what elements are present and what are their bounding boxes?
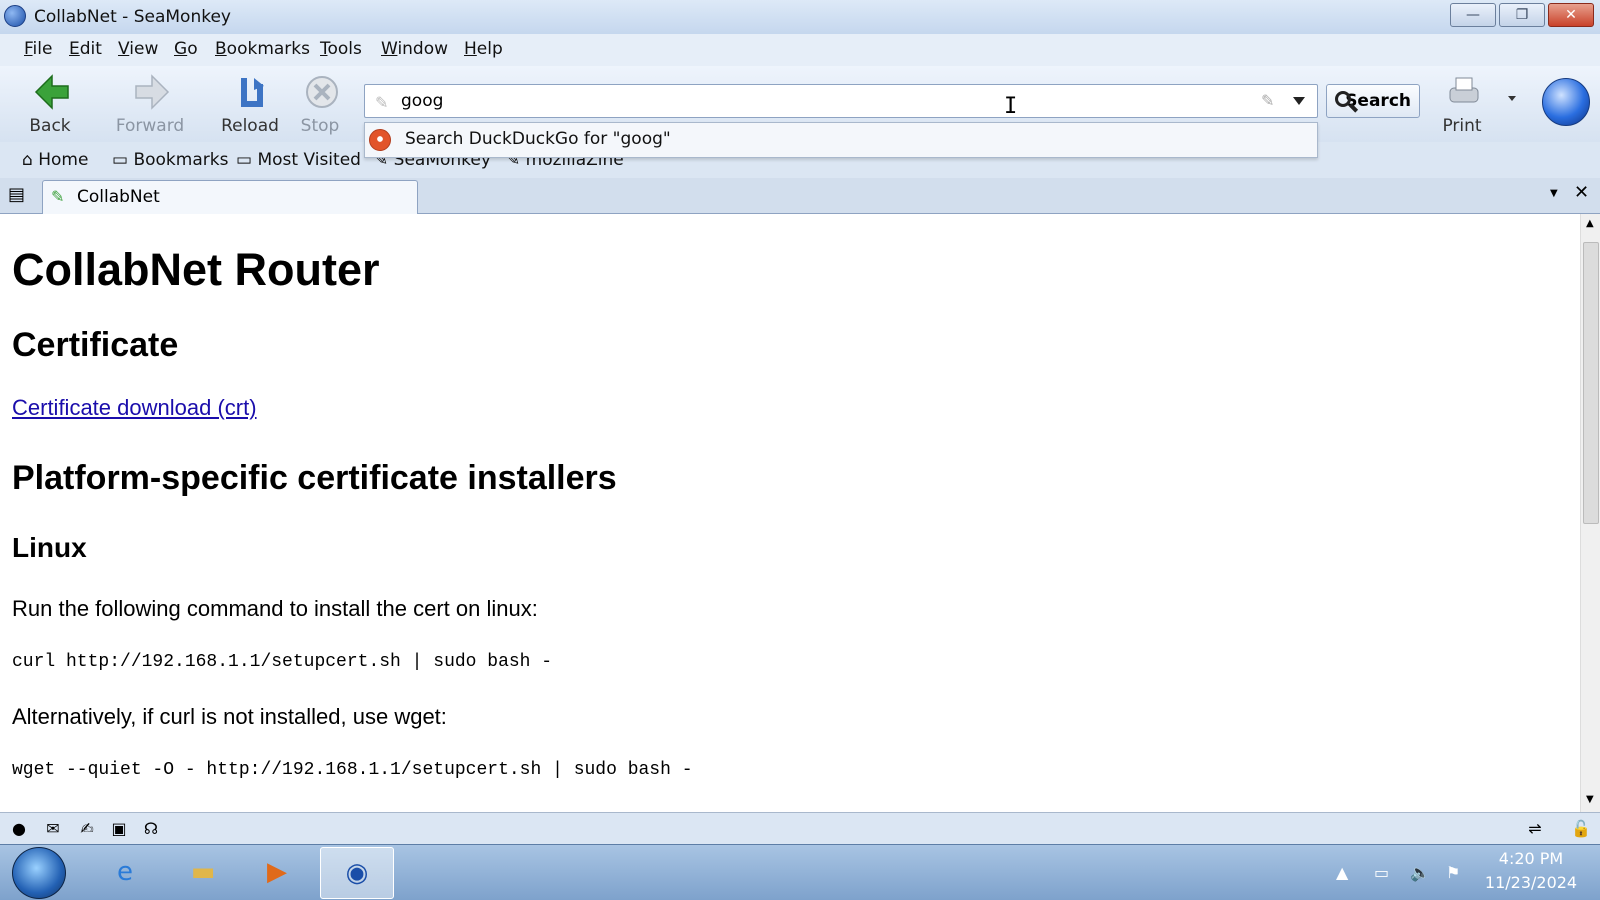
back-button[interactable]: Back — [12, 70, 88, 138]
bookmarks-folder[interactable]: ▭ Bookmarks — [112, 150, 228, 170]
new-tab-icon[interactable]: ▤ — [8, 184, 25, 205]
url-input[interactable] — [401, 89, 1221, 113]
menu-go[interactable]: Go — [174, 39, 198, 59]
composer-icon[interactable]: ✍ — [76, 819, 98, 839]
clock-time[interactable]: 4:20 PM — [1466, 849, 1596, 868]
menu-edit[interactable]: Edit — [69, 39, 102, 59]
title-bar: CollabNet - SeaMonkey — ❐ ✕ — [0, 0, 1600, 34]
tab-list-dropdown-icon[interactable]: ▼ — [1550, 188, 1558, 199]
print-label: Print — [1442, 116, 1482, 136]
bookmark-star-icon[interactable]: ✎ — [1261, 91, 1274, 110]
folder-icon: ▭ — [112, 150, 134, 170]
minimize-button[interactable]: — — [1450, 3, 1496, 27]
volume-muted-icon[interactable]: 🔈 — [1410, 863, 1430, 882]
menu-bar: File Edit View Go Bookmarks Tools Window… — [0, 34, 1600, 66]
network-icon[interactable]: ▭ — [1374, 863, 1389, 882]
home-button[interactable]: ⌂ Home — [22, 150, 88, 170]
text-cursor-icon: I — [1004, 94, 1018, 119]
home-icon: ⌂ — [22, 150, 39, 170]
tab-bar: ▤ ✎ CollabNet ▼ ✕ — [0, 178, 1600, 214]
tab-label: CollabNet — [77, 187, 160, 207]
menu-bookmarks[interactable]: Bookmarks — [215, 39, 310, 59]
action-center-flag-icon[interactable]: ⚑ — [1446, 863, 1460, 882]
back-label: Back — [29, 116, 71, 136]
forward-button[interactable]: Forward — [112, 70, 188, 138]
wget-command: wget --quiet -O - http://192.168.1.1/set… — [12, 760, 693, 780]
scroll-up-icon[interactable]: ▲ — [1586, 218, 1594, 229]
duckduckgo-icon — [369, 129, 391, 151]
menu-file[interactable]: File — [24, 39, 52, 59]
menu-tools[interactable]: Tools — [320, 39, 362, 59]
heading-installers: Platform-specific certificate installers — [12, 459, 617, 497]
url-bar[interactable]: ✎ ✎ — [364, 84, 1318, 118]
status-bar: ● ✉ ✍ ▣ ☊ ⇌ 🔓 — [0, 812, 1600, 844]
mail-icon[interactable]: ✉ — [42, 819, 64, 839]
menu-help[interactable]: Help — [464, 39, 503, 59]
stop-icon — [306, 76, 338, 108]
media-player-icon[interactable]: ▶ — [240, 847, 314, 899]
forward-label: Forward — [115, 116, 185, 136]
print-dropdown-icon[interactable] — [1508, 96, 1516, 101]
seamonkey-app-icon[interactable] — [4, 5, 26, 27]
security-lock-icon[interactable]: 🔓 — [1570, 819, 1592, 839]
restore-button[interactable]: ❐ — [1499, 3, 1545, 27]
magnifier-icon — [1335, 91, 1351, 107]
print-button[interactable]: Print — [1424, 70, 1500, 138]
online-status-icon[interactable]: ⇌ — [1524, 819, 1546, 839]
stop-button[interactable]: Stop — [282, 70, 358, 138]
page-proxy-icon[interactable]: ✎ — [375, 93, 388, 112]
page-title: CollabNet Router — [12, 244, 380, 295]
irc-chat-icon[interactable]: ☊ — [140, 819, 162, 839]
browser-icon[interactable]: ● — [8, 819, 30, 839]
url-history-dropdown-icon[interactable] — [1293, 97, 1305, 105]
clock-date[interactable]: 11/23/2024 — [1466, 873, 1596, 892]
close-button[interactable]: ✕ — [1548, 3, 1594, 27]
menu-view[interactable]: View — [118, 39, 158, 59]
seamonkey-taskbar-icon[interactable]: ◉ — [320, 847, 394, 899]
heading-certificate: Certificate — [12, 326, 179, 364]
curl-command: curl http://192.168.1.1/setupcert.sh | s… — [12, 652, 553, 672]
heading-linux: Linux — [12, 532, 87, 563]
autocomplete-suggestion[interactable]: Search DuckDuckGo for "goog" — [405, 129, 671, 149]
printer-icon — [1449, 77, 1479, 103]
reload-button[interactable]: Reload — [212, 70, 288, 138]
reload-icon — [241, 78, 264, 107]
reload-label: Reload — [221, 116, 279, 136]
certificate-download-link[interactable]: Certificate download (crt) — [12, 395, 257, 421]
back-arrow-icon — [34, 74, 69, 110]
menu-window[interactable]: Window — [381, 39, 448, 59]
seamonkey-throbber-icon[interactable] — [1542, 78, 1590, 126]
scroll-down-icon[interactable]: ▼ — [1586, 794, 1594, 805]
start-button[interactable] — [12, 847, 66, 899]
forward-arrow-icon — [135, 74, 170, 110]
linux-instruction: Run the following command to install the… — [12, 596, 538, 621]
tab-favicon-icon: ✎ — [51, 187, 65, 206]
url-autocomplete-popup: Search DuckDuckGo for "goog" — [364, 122, 1318, 158]
close-tab-icon[interactable]: ✕ — [1574, 182, 1589, 203]
tray-expand-icon[interactable]: ▲ — [1336, 863, 1348, 882]
file-explorer-icon[interactable]: ▬ — [166, 847, 240, 899]
search-button[interactable]: Search — [1326, 84, 1420, 118]
vertical-scrollbar[interactable]: ▲ ▼ — [1580, 214, 1600, 812]
page-content: CollabNet Router Certificate Certificate… — [0, 214, 1580, 812]
stop-label: Stop — [300, 116, 340, 136]
wget-instruction: Alternatively, if curl is not installed,… — [12, 704, 447, 729]
tab-collabnet[interactable]: ✎ CollabNet — [42, 180, 418, 214]
os-taskbar: e ▬ ▶ ◉ ▲ ▭ 🔈 ⚑ 4:20 PM 11/23/2024 — [0, 844, 1600, 900]
folder-icon: ▭ — [236, 150, 258, 170]
addressbook-icon[interactable]: ▣ — [108, 819, 130, 839]
scroll-thumb[interactable] — [1583, 242, 1599, 524]
internet-explorer-icon[interactable]: e — [88, 847, 162, 899]
window-title: CollabNet - SeaMonkey — [34, 7, 231, 27]
most-visited-folder[interactable]: ▭ Most Visited — [236, 150, 361, 170]
